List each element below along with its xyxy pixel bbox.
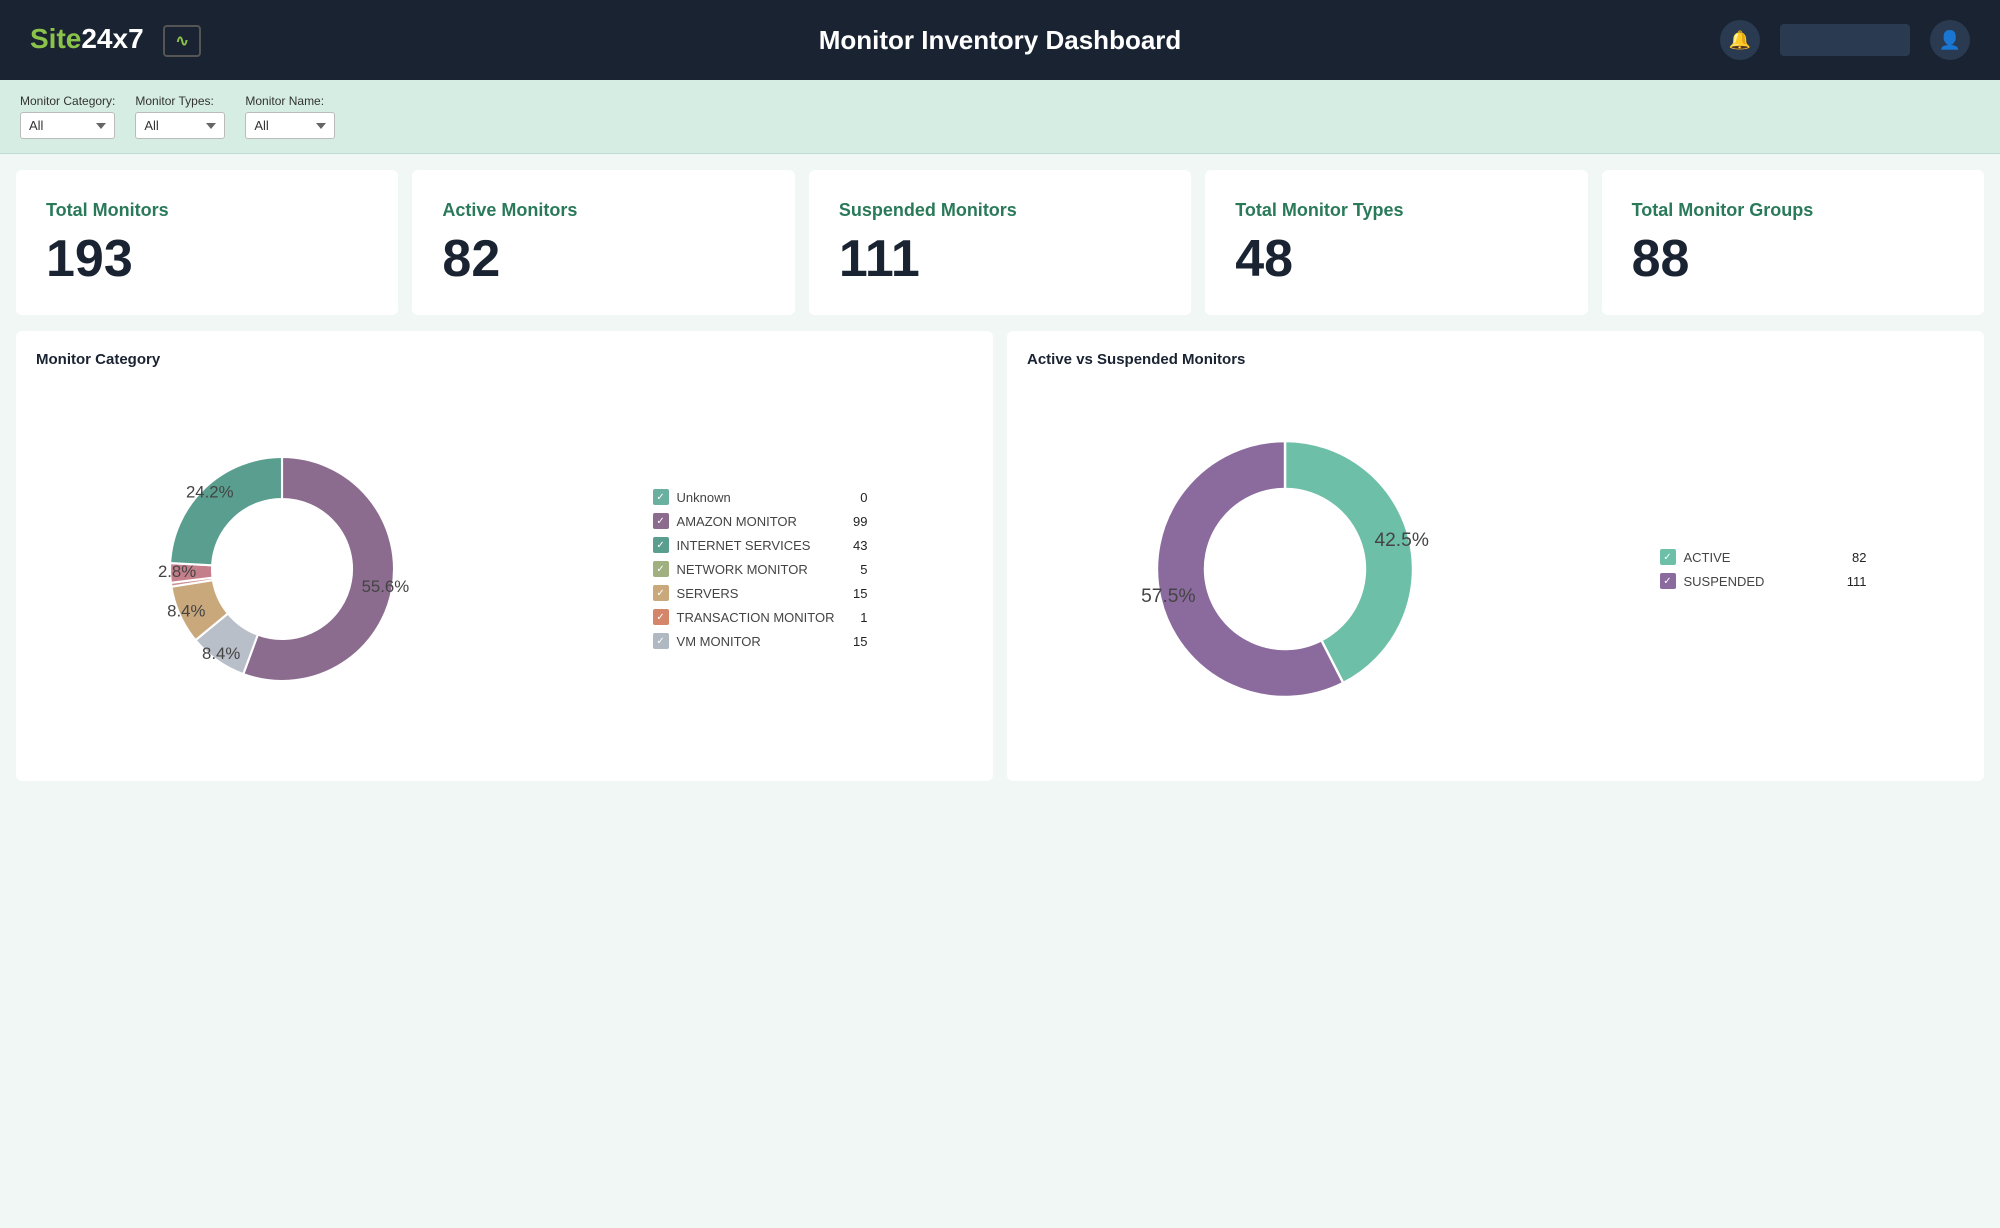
stat-card-value: 111	[839, 233, 1171, 285]
filter-types-group: Monitor Types: All	[135, 94, 225, 139]
charts-row: Monitor Category 55.6%8.4%8.4%2.8%24.2% …	[0, 331, 2000, 797]
legend-value: 43	[842, 538, 867, 553]
svg-text:42.5%: 42.5%	[1374, 530, 1428, 551]
header-title: Monitor Inventory Dashboard	[819, 25, 1182, 56]
stat-card: Total Monitors 193	[16, 170, 398, 315]
legend-label: Unknown	[677, 490, 835, 505]
legend-label: ACTIVE	[1684, 550, 1834, 565]
legend-value: 15	[842, 586, 867, 601]
stat-card-value: 88	[1632, 233, 1964, 285]
svg-text:8.4%: 8.4%	[167, 602, 205, 621]
filter-name-select[interactable]: All	[245, 112, 335, 139]
chart-active-suspended-title: Active vs Suspended Monitors	[1027, 351, 1964, 368]
stat-card: Active Monitors 82	[412, 170, 794, 315]
header: Site24x7 ∿ Monitor Inventory Dashboard 🔔…	[0, 0, 2000, 80]
stat-card-title: Total Monitor Types	[1235, 200, 1567, 221]
legend-value: 15	[842, 634, 867, 649]
user-icon[interactable]: 👤	[1930, 20, 1970, 60]
legend-color: ✓	[653, 585, 669, 601]
stat-card: Total Monitor Types 48	[1205, 170, 1587, 315]
legend-label: NETWORK MONITOR	[677, 562, 835, 577]
stat-card-value: 82	[442, 233, 774, 285]
logo-num: 24x7	[81, 23, 143, 54]
filter-name-label: Monitor Name:	[245, 94, 335, 108]
chart-active-suspended-donut: 42.5% 57.5%	[1125, 409, 1445, 729]
legend-color: ✓	[653, 609, 669, 625]
legend-item: ✓ VM MONITOR 15	[653, 633, 868, 649]
legend-item: ✓ NETWORK MONITOR 5	[653, 561, 868, 577]
logo-site: Site	[30, 23, 81, 54]
legend-label: TRANSACTION MONITOR	[677, 610, 835, 625]
svg-text:55.6%: 55.6%	[361, 577, 409, 596]
logo-chart-icon: ∿	[163, 25, 200, 57]
logo: Site24x7 ∿	[30, 23, 201, 57]
legend-color: ✓	[653, 537, 669, 553]
svg-text:57.5%: 57.5%	[1141, 586, 1195, 607]
legend-value: 99	[842, 514, 867, 529]
legend-value: 82	[1842, 550, 1867, 565]
filter-name-group: Monitor Name: All	[245, 94, 335, 139]
legend-color: ✓	[653, 633, 669, 649]
legend-label: SERVERS	[677, 586, 835, 601]
stat-card: Suspended Monitors 111	[809, 170, 1191, 315]
filter-category-label: Monitor Category:	[20, 94, 115, 108]
legend-item: ✓ TRANSACTION MONITOR 1	[653, 609, 868, 625]
chart-active-suspended-donut-area: 42.5% 57.5% ✓ ACTIVE 82 ✓ SUSPENDED 111	[1027, 384, 1964, 754]
legend-color: ✓	[653, 489, 669, 505]
legend-label: SUSPENDED	[1684, 574, 1834, 589]
stat-card-value: 48	[1235, 233, 1567, 285]
chart-active-suspended-legend: ✓ ACTIVE 82 ✓ SUSPENDED 111	[1660, 549, 1867, 589]
legend-color: ✓	[653, 561, 669, 577]
legend-value: 1	[842, 610, 867, 625]
stat-card-title: Active Monitors	[442, 200, 774, 221]
stat-card-title: Total Monitors	[46, 200, 378, 221]
legend-color: ✓	[1660, 573, 1676, 589]
chart-category-panel: Monitor Category 55.6%8.4%8.4%2.8%24.2% …	[16, 331, 993, 781]
filter-types-select[interactable]: All	[135, 112, 225, 139]
legend-value: 5	[842, 562, 867, 577]
stats-row: Total Monitors 193 Active Monitors 82 Su…	[0, 154, 2000, 331]
filter-types-label: Monitor Types:	[135, 94, 225, 108]
legend-label: VM MONITOR	[677, 634, 835, 649]
filter-category-group: Monitor Category: All	[20, 94, 115, 139]
legend-label: AMAZON MONITOR	[677, 514, 835, 529]
legend-label: INTERNET SERVICES	[677, 538, 835, 553]
legend-item: ✓ AMAZON MONITOR 99	[653, 513, 868, 529]
legend-color: ✓	[1660, 549, 1676, 565]
legend-color: ✓	[653, 513, 669, 529]
legend-item: ✓ ACTIVE 82	[1660, 549, 1867, 565]
header-icons: 🔔 👤	[1720, 20, 1970, 60]
filter-category-select[interactable]: All	[20, 112, 115, 139]
header-search-box	[1780, 24, 1910, 56]
legend-item: ✓ SERVERS 15	[653, 585, 868, 601]
legend-value: 111	[1842, 574, 1867, 589]
stat-card-title: Total Monitor Groups	[1632, 200, 1964, 221]
stat-card: Total Monitor Groups 88	[1602, 170, 1984, 315]
stat-card-title: Suspended Monitors	[839, 200, 1171, 221]
filters-bar: Monitor Category: All Monitor Types: All…	[0, 80, 2000, 154]
chart-category-title: Monitor Category	[36, 351, 973, 368]
chart-category-donut-area: 55.6%8.4%8.4%2.8%24.2% ✓ Unknown 0 ✓ AMA…	[36, 384, 973, 754]
legend-item: ✓ Unknown 0	[653, 489, 868, 505]
legend-item: ✓ SUSPENDED 111	[1660, 573, 1867, 589]
svg-text:24.2%: 24.2%	[185, 482, 233, 501]
chart-category-donut: 55.6%8.4%8.4%2.8%24.2%	[142, 429, 422, 709]
legend-item: ✓ INTERNET SERVICES 43	[653, 537, 868, 553]
svg-text:8.4%: 8.4%	[202, 644, 240, 663]
chart-category-legend: ✓ Unknown 0 ✓ AMAZON MONITOR 99 ✓ INTERN…	[653, 489, 868, 649]
legend-value: 0	[842, 490, 867, 505]
chart-active-suspended-panel: Active vs Suspended Monitors 42.5% 57.5% …	[1007, 331, 1984, 781]
bell-icon[interactable]: 🔔	[1720, 20, 1760, 60]
stat-card-value: 193	[46, 233, 378, 285]
